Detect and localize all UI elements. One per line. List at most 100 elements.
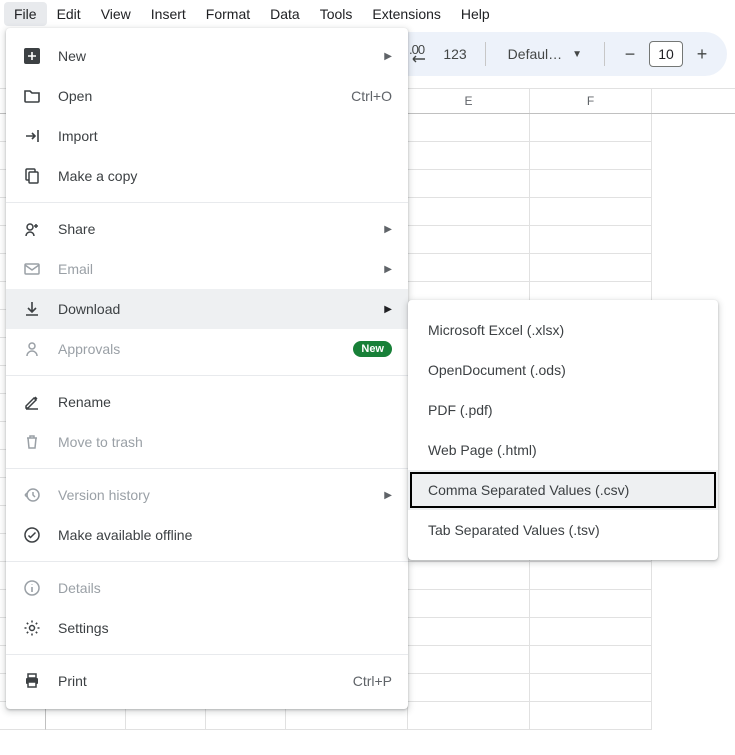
cell[interactable]: [408, 702, 530, 730]
cell[interactable]: [408, 142, 530, 170]
download-ods[interactable]: OpenDocument (.ods): [408, 350, 718, 390]
download-xlsx[interactable]: Microsoft Excel (.xlsx): [408, 310, 718, 350]
menu-item-shortcut: Ctrl+P: [353, 673, 392, 689]
column-header-f[interactable]: F: [530, 89, 652, 113]
font-family-dropdown[interactable]: Defaul… ▼: [498, 42, 592, 66]
menubar: File Edit View Insert Format Data Tools …: [0, 0, 735, 28]
email-icon: [22, 259, 42, 279]
font-size-input[interactable]: [649, 41, 683, 67]
menu-item-label: Download: [58, 301, 376, 317]
menu-format[interactable]: Format: [196, 2, 260, 26]
menu-extensions[interactable]: Extensions: [362, 2, 450, 26]
menu-separator: [6, 654, 408, 655]
cell[interactable]: [530, 590, 652, 618]
cell[interactable]: [530, 254, 652, 282]
menu-help[interactable]: Help: [451, 2, 500, 26]
cell[interactable]: [408, 198, 530, 226]
menu-insert[interactable]: Insert: [141, 2, 196, 26]
cell[interactable]: [408, 226, 530, 254]
menu-item-label: New: [58, 48, 376, 64]
menu-item-make-copy[interactable]: Make a copy: [6, 156, 408, 196]
menu-item-open[interactable]: Open Ctrl+O: [6, 76, 408, 116]
menu-item-rename[interactable]: Rename: [6, 382, 408, 422]
menu-item-print[interactable]: Print Ctrl+P: [6, 661, 408, 701]
menu-edit[interactable]: Edit: [47, 2, 91, 26]
menu-item-label: Move to trash: [58, 434, 392, 450]
menu-separator: [6, 468, 408, 469]
menu-separator: [6, 202, 408, 203]
increase-decimal-button[interactable]: .00: [409, 45, 431, 63]
menu-item-import[interactable]: Import: [6, 116, 408, 156]
font-size-group: − +: [617, 41, 715, 67]
increase-font-button[interactable]: +: [689, 41, 715, 67]
cell[interactable]: [408, 562, 530, 590]
menu-item-move-to-trash: Move to trash: [6, 422, 408, 462]
decrease-font-button[interactable]: −: [617, 41, 643, 67]
svg-text:.00: .00: [409, 45, 425, 57]
chevron-right-icon: ▶: [384, 51, 392, 62]
menu-file[interactable]: File: [4, 2, 47, 26]
cell[interactable]: [530, 226, 652, 254]
cell[interactable]: [408, 674, 530, 702]
cell[interactable]: [408, 646, 530, 674]
menu-item-email: Email ▶: [6, 249, 408, 289]
download-pdf[interactable]: PDF (.pdf): [408, 390, 718, 430]
menu-item-new[interactable]: New ▶: [6, 36, 408, 76]
cell[interactable]: [530, 674, 652, 702]
menu-item-shortcut: Ctrl+O: [351, 88, 392, 104]
gear-icon: [22, 618, 42, 638]
cell[interactable]: [530, 142, 652, 170]
chevron-right-icon: ▶: [384, 490, 392, 501]
history-icon: [22, 485, 42, 505]
download-html[interactable]: Web Page (.html): [408, 430, 718, 470]
menu-item-label: Print: [58, 673, 353, 689]
offline-icon: [22, 525, 42, 545]
menu-view[interactable]: View: [91, 2, 141, 26]
menu-item-label: Make a copy: [58, 168, 392, 184]
menu-item-label: Rename: [58, 394, 392, 410]
column-header-e[interactable]: E: [408, 89, 530, 113]
copy-icon: [22, 166, 42, 186]
chevron-right-icon: ▶: [384, 224, 392, 235]
cell[interactable]: [530, 114, 652, 142]
share-icon: [22, 219, 42, 239]
cell[interactable]: [408, 618, 530, 646]
new-badge: New: [353, 341, 392, 357]
download-csv[interactable]: Comma Separated Values (.csv): [408, 470, 718, 510]
cell[interactable]: [530, 170, 652, 198]
menu-item-settings[interactable]: Settings: [6, 608, 408, 648]
menu-item-offline[interactable]: Make available offline: [6, 515, 408, 555]
cell[interactable]: [530, 198, 652, 226]
menu-item-share[interactable]: Share ▶: [6, 209, 408, 249]
toolbar-divider: [485, 42, 486, 66]
menu-data[interactable]: Data: [260, 2, 310, 26]
cell[interactable]: [530, 562, 652, 590]
format-123-button[interactable]: 123: [437, 46, 472, 62]
folder-open-icon: [22, 86, 42, 106]
approvals-icon: [22, 339, 42, 359]
trash-icon: [22, 432, 42, 452]
cell[interactable]: [408, 170, 530, 198]
file-menu-dropdown: New ▶ Open Ctrl+O Import Make a copy Sha…: [6, 28, 408, 709]
cell[interactable]: [530, 646, 652, 674]
download-icon: [22, 299, 42, 319]
menu-item-details: Details: [6, 568, 408, 608]
cell[interactable]: [530, 618, 652, 646]
menu-item-download[interactable]: Download ▶: [6, 289, 408, 329]
menu-item-label: Email: [58, 261, 376, 277]
cell[interactable]: [408, 254, 530, 282]
menu-item-label: Settings: [58, 620, 392, 636]
menu-item-label: Approvals: [58, 341, 345, 357]
menu-item-label: Details: [58, 580, 392, 596]
new-sheet-icon: [22, 46, 42, 66]
font-family-label: Defaul…: [508, 46, 562, 62]
menu-tools[interactable]: Tools: [310, 2, 363, 26]
download-submenu: Microsoft Excel (.xlsx) OpenDocument (.o…: [408, 300, 718, 560]
cell[interactable]: [530, 702, 652, 730]
chevron-right-icon: ▶: [384, 264, 392, 275]
cell[interactable]: [408, 114, 530, 142]
menu-item-approvals: Approvals New: [6, 329, 408, 369]
menu-item-label: Import: [58, 128, 392, 144]
download-tsv[interactable]: Tab Separated Values (.tsv): [408, 510, 718, 550]
cell[interactable]: [408, 590, 530, 618]
